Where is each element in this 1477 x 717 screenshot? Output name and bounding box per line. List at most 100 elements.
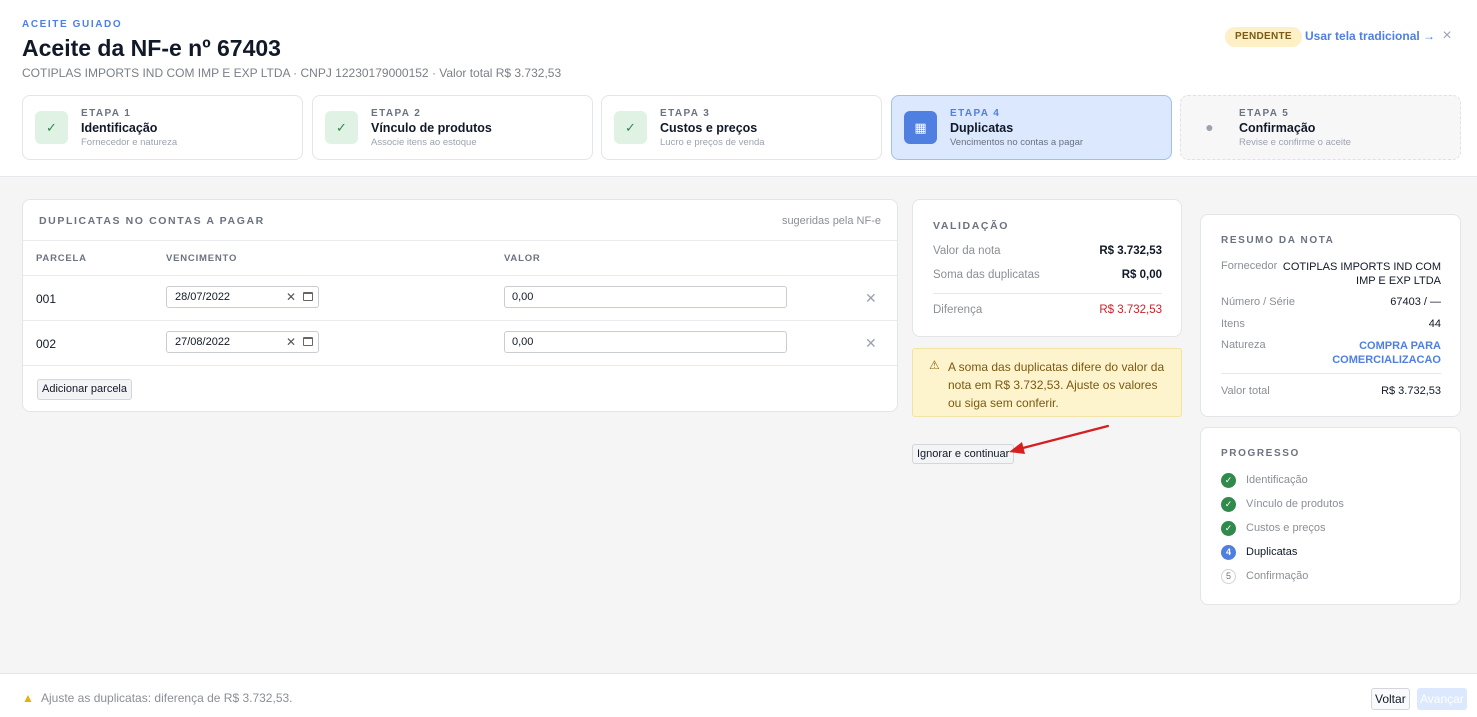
calendar-icon[interactable] [303,292,313,301]
diferenca-value: R$ 3.732,53 [1099,304,1162,316]
natureza-label: Natureza [1221,339,1266,351]
step-label: ETAPA 1 [81,108,132,119]
step-name: Duplicatas [950,121,1014,135]
fornecedor-label: Fornecedor [1221,260,1278,272]
check-icon: ✓ [1221,497,1236,512]
page-subtitle: COTIPLAS IMPORTS IND COM IMP E EXP LTDA … [22,66,562,80]
step-vinculo-produtos[interactable]: ✓ ETAPA 2 Vínculo de produtos Associe it… [312,95,593,160]
vencimento-input[interactable]: 27/08/2022 ✕ [166,331,319,353]
step-name: Identificação [81,121,158,135]
itens-label: Itens [1221,318,1245,330]
progresso-card: PROGRESSO ✓ Identificação ✓ Vínculo de p… [1200,427,1461,605]
ignore-continue-button[interactable]: Ignorar e continuar [912,444,1015,464]
divider [23,275,897,276]
step-duplicatas[interactable]: ▦ ETAPA 4 Duplicatas Vencimentos no cont… [891,95,1172,160]
resumo-title: RESUMO DA NOTA [1221,235,1335,246]
step-name: Confirmação [1239,121,1316,135]
soma-label: Soma das duplicatas [933,269,1040,281]
itens-value: 44 [1428,318,1441,330]
step-identificacao[interactable]: ✓ ETAPA 1 Identificação Fornecedor e nat… [22,95,303,160]
step-desc: Fornecedor e natureza [81,137,178,148]
fornecedor-row: Fornecedor COTIPLAS IMPORTS IND COM IMP … [1221,260,1441,287]
clear-icon[interactable]: ✕ [286,287,296,307]
step-name: Custos e preços [660,121,758,135]
numero-value: 67403 / — [1390,296,1441,308]
page-title: Aceite da NF-e nº 67403 [22,35,281,61]
circle-icon: ● [1205,119,1214,135]
soma-row: Soma das duplicatas R$ 0,00 [933,269,1162,281]
divider [1221,373,1441,374]
clear-icon[interactable]: ✕ [286,332,296,352]
back-button[interactable]: Voltar [1371,688,1410,710]
step-confirmacao[interactable]: ● ETAPA 5 Confirmação Revise e confirme … [1180,95,1461,160]
progress-item-label: Custos e preços [1246,522,1326,534]
warning-icon: ▲ [22,691,34,705]
duplicatas-card: DUPLICATAS NO CONTAS A PAGAR sugeridas p… [22,199,898,412]
numero-label: Número / Série [1221,296,1295,308]
valor-input[interactable]: 0,00 [504,286,787,308]
calendar-icon[interactable] [303,337,313,346]
numero-row: Número / Série 67403 / — [1221,296,1441,308]
warning-alert: ⚠ A soma das duplicatas difere do valor … [912,348,1182,417]
parcela-cell: 002 [36,337,57,351]
step-label: ETAPA 5 [1239,108,1290,119]
vencimento-value: 28/07/2022 [175,291,231,303]
col-valor: VALOR [504,253,541,264]
check-icon: ✓ [35,111,68,144]
valor-nota-row: Valor da nota R$ 3.732,53 [933,245,1162,257]
step-label: ETAPA 3 [660,108,711,119]
step-label: ETAPA 4 [950,108,1001,119]
warning-text: A soma das duplicatas difere do valor da… [948,360,1165,410]
next-button[interactable]: Avançar [1417,688,1467,710]
parcela-cell: 001 [36,292,57,306]
vencimento-input[interactable]: 28/07/2022 ✕ [166,286,319,308]
progress-item-label: Vínculo de produtos [1246,498,1344,510]
valor-nota-value: R$ 3.732,53 [1099,245,1162,257]
validacao-title: VALIDAÇÃO [933,220,1010,232]
step-desc: Lucro e preços de venda [660,137,765,148]
col-vencimento: VENCIMENTO [166,253,238,264]
divider [23,320,897,321]
header-area: ACEITE GUIADO Aceite da NF-e nº 67403 CO… [0,0,1477,177]
calendar-icon: ▦ [904,111,937,144]
divider [23,240,897,241]
soma-value: R$ 0,00 [1121,269,1162,281]
remove-row-icon[interactable]: ✕ [865,335,877,352]
check-icon: ✓ [325,111,358,144]
step-desc: Vencimentos no contas a pagar [950,137,1084,148]
natureza-row: Natureza COMPRA PARA COMERCIALIZACAO [1221,339,1441,366]
check-icon: ✓ [1221,521,1236,536]
progresso-title: PROGRESSO [1221,448,1300,459]
col-parcela: PARCELA [36,253,87,264]
divider [23,365,897,366]
progress-item-label: Identificação [1246,474,1308,486]
step-name: Vínculo de produtos [371,121,492,135]
step-custos-precos[interactable]: ✓ ETAPA 3 Custos e preços Lucro e preços… [601,95,882,160]
check-icon: ✓ [614,111,647,144]
divider [933,293,1162,294]
remove-row-icon[interactable]: ✕ [865,290,877,307]
step-number-badge: 5 [1221,569,1236,584]
natureza-link[interactable]: COMPRA PARA COMERCIALIZACAO [1321,339,1441,367]
step-desc: Associe itens ao estoque [371,137,477,148]
itens-row: Itens 44 [1221,318,1441,330]
duplicatas-hint: sugeridas pela NF-e [781,215,881,227]
step-number-badge: 4 [1221,545,1236,560]
fornecedor-value: COTIPLAS IMPORTS IND COM IMP E EXP LTDA [1282,261,1441,287]
progress-item-label: Confirmação [1246,570,1309,582]
valor-nota-label: Valor da nota [933,245,1001,257]
page-eyebrow: ACEITE GUIADO [22,19,123,30]
step-label: ETAPA 2 [371,108,422,119]
vencimento-value: 27/08/2022 [175,336,231,348]
valor-input[interactable]: 0,00 [504,331,787,353]
step-desc: Revise e confirme o aceite [1239,137,1351,148]
footer-status-text: Ajuste as duplicatas: diferença de R$ 3.… [41,691,293,705]
close-icon[interactable]: × [1440,28,1454,44]
traditional-screen-link[interactable]: Usar tela tradicional → [1305,29,1435,43]
footer-bar: ▲ Ajuste as duplicatas: diferença de R$ … [0,673,1477,717]
add-parcela-button[interactable]: Adicionar parcela [37,379,132,400]
annotation-arrow-icon [1009,424,1110,454]
total-label: Valor total [1221,385,1270,397]
total-row: Valor total R$ 3.732,53 [1221,385,1441,397]
check-icon: ✓ [1221,473,1236,488]
